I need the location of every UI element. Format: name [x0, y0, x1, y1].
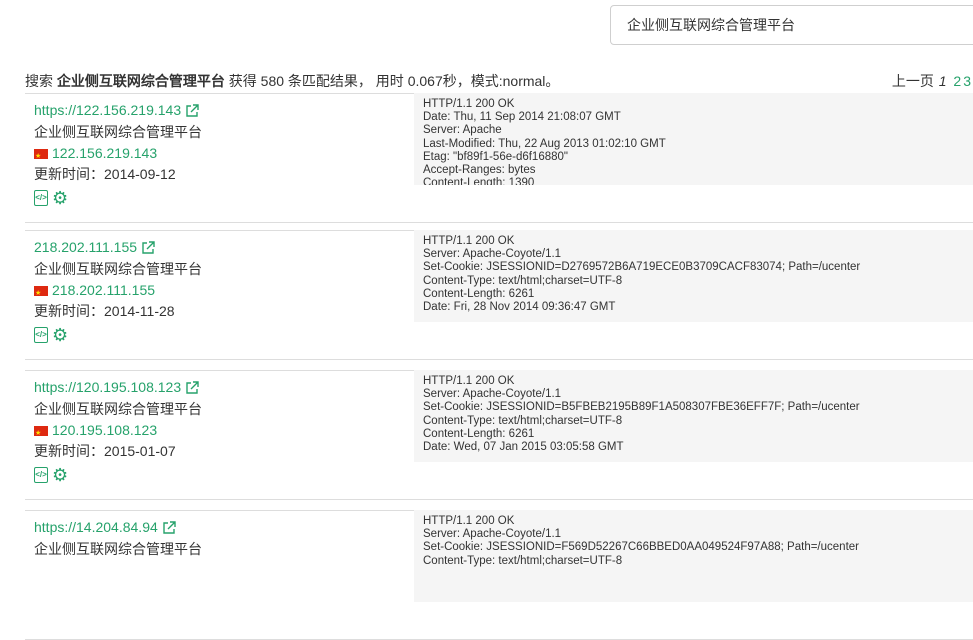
result-updated: 更新时间：2015-01-07: [34, 443, 176, 459]
external-link-icon[interactable]: [141, 240, 155, 255]
code-file-icon[interactable]: </>: [34, 327, 48, 343]
result-updated: 更新时间：2014-11-28: [34, 303, 175, 319]
summary-keyword: 企业侧互联网综合管理平台: [56, 73, 225, 89]
http-headers: HTTP/1.1 200 OK Server: Apache-Coyote/1.…: [414, 230, 973, 322]
page-link-2[interactable]: 2: [953, 73, 961, 89]
code-file-icon[interactable]: </>: [34, 190, 48, 206]
result-ip[interactable]: 218.202.111.155: [34, 280, 414, 304]
http-headers: HTTP/1.1 200 OK Date: Thu, 11 Sep 2014 2…: [414, 93, 973, 185]
result-item: https://120.195.108.123 企业侧互联网综合管理平台 120…: [25, 370, 973, 500]
result-title: 企业侧互联网综合管理平台: [34, 261, 202, 277]
result-ip[interactable]: 120.195.108.123: [34, 420, 414, 444]
result-title: 企业侧互联网综合管理平台: [34, 401, 202, 417]
prev-page-button[interactable]: 上一页: [892, 73, 934, 89]
result-link[interactable]: 218.202.111.155: [34, 237, 414, 258]
pagination: 上一页 1 23: [892, 71, 971, 91]
http-headers: HTTP/1.1 200 OK Server: Apache-Coyote/1.…: [414, 370, 973, 462]
current-page: 1: [938, 73, 947, 89]
result-updated: 更新时间：2014-09-12: [34, 166, 176, 182]
external-link-icon[interactable]: [185, 103, 199, 118]
code-file-icon[interactable]: </>: [34, 467, 48, 483]
result-item: https://14.204.84.94 企业侧互联网综合管理平台 HTTP/1…: [25, 510, 973, 640]
page-link-3[interactable]: 3: [963, 73, 971, 89]
external-link-icon[interactable]: [185, 380, 199, 395]
gears-icon[interactable]: ⚙: [52, 466, 68, 484]
search-summary: 搜索 企业侧互联网综合管理平台 获得 580 条匹配结果， 用时 0.067秒，…: [25, 71, 559, 91]
gears-icon[interactable]: ⚙: [52, 326, 68, 344]
result-item: 218.202.111.155 企业侧互联网综合管理平台 218.202.111…: [25, 230, 973, 360]
summary-stats: 获得 580 条匹配结果， 用时 0.067秒，模式:normal。: [228, 73, 560, 89]
china-flag-icon: [34, 283, 48, 304]
summary-prefix: 搜索: [25, 73, 53, 89]
external-link-icon[interactable]: [162, 520, 176, 535]
result-title: 企业侧互联网综合管理平台: [34, 124, 202, 140]
result-ip[interactable]: 122.156.219.143: [34, 143, 414, 167]
gears-icon[interactable]: ⚙: [52, 189, 68, 207]
china-flag-icon: [34, 423, 48, 444]
search-input[interactable]: [610, 5, 973, 45]
result-item: https://122.156.219.143 企业侧互联网综合管理平台 122…: [25, 93, 973, 223]
china-flag-icon: [34, 146, 48, 167]
result-link[interactable]: https://120.195.108.123: [34, 377, 414, 398]
result-link[interactable]: https://14.204.84.94: [34, 517, 414, 538]
http-headers: HTTP/1.1 200 OK Server: Apache-Coyote/1.…: [414, 510, 973, 602]
result-link[interactable]: https://122.156.219.143: [34, 100, 414, 121]
result-title: 企业侧互联网综合管理平台: [34, 541, 202, 557]
